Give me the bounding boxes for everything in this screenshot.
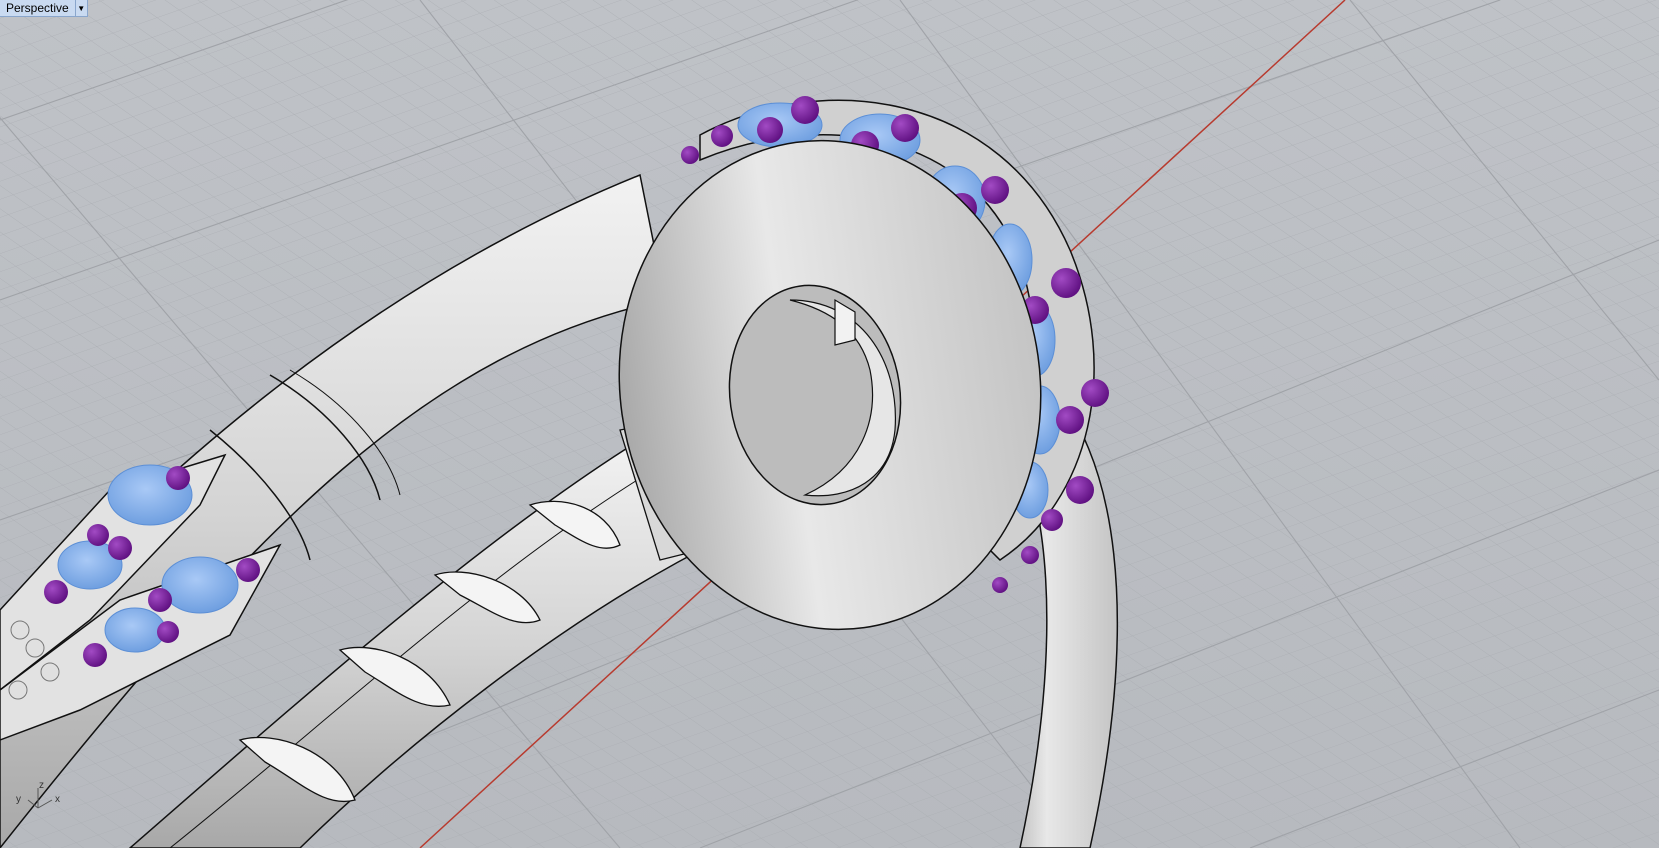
3d-scene[interactable]: x y z: [0, 0, 1659, 848]
axis-z-label: z: [39, 780, 44, 791]
chevron-down-icon[interactable]: ▼: [75, 0, 88, 17]
perspective-viewport[interactable]: x y z Perspective ▼: [0, 0, 1659, 848]
axis-y-label: y: [16, 794, 21, 805]
viewport-title[interactable]: Perspective: [0, 0, 76, 17]
viewport-title-tab[interactable]: Perspective ▼: [0, 0, 88, 17]
axis-x-label: x: [55, 794, 60, 805]
